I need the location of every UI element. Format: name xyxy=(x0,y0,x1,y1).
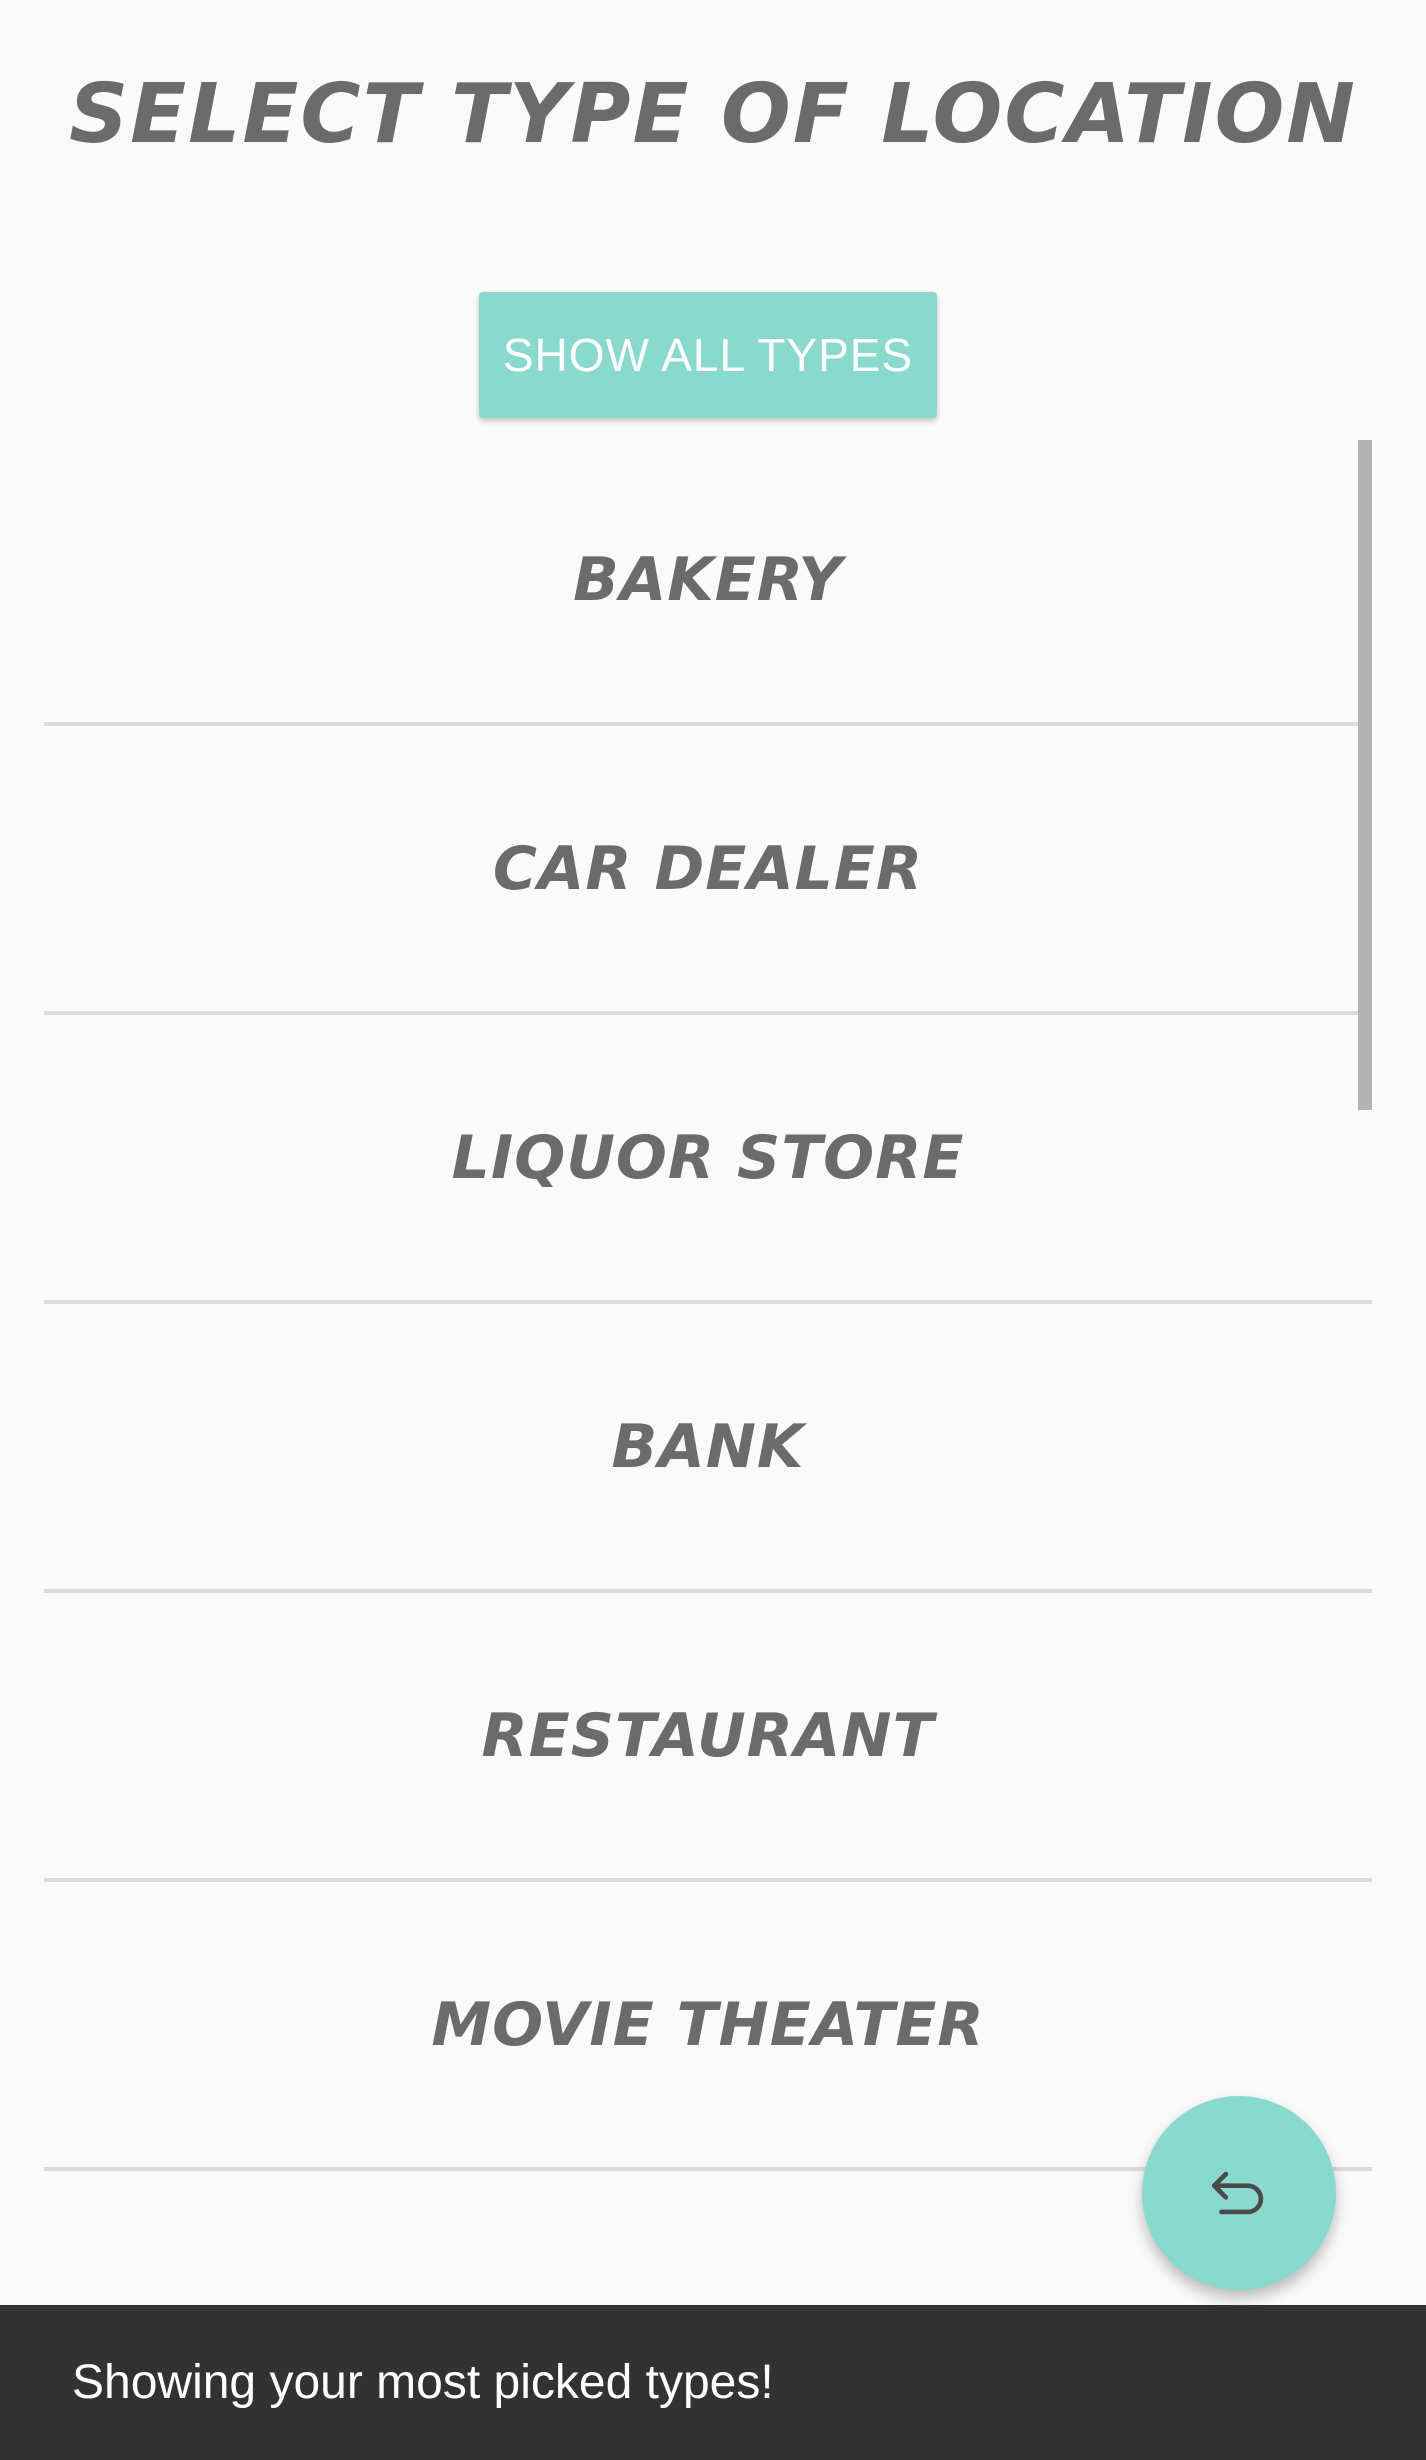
list-item-liquor-store[interactable]: LIQUOR STORE xyxy=(44,1015,1372,1304)
undo-button[interactable] xyxy=(1142,2096,1336,2290)
snackbar-message: Showing your most picked types! xyxy=(72,2356,774,2409)
show-all-types-button[interactable]: SHOW ALL TYPES xyxy=(479,292,937,418)
list-item-label: BAKERY xyxy=(573,544,843,615)
list-item-label: LIQUOR STORE xyxy=(451,1122,965,1193)
list-item-car-dealer[interactable]: CAR DEALER xyxy=(44,726,1372,1015)
snackbar: Showing your most picked types! xyxy=(0,2305,1426,2460)
list-item-label: CAR DEALER xyxy=(492,833,924,904)
undo-icon xyxy=(1211,2171,1264,2215)
page-title: SELECT TYPE OF LOCATION xyxy=(69,67,1357,162)
list-item-bank[interactable]: BANK xyxy=(44,1304,1372,1593)
list-item-bakery[interactable]: BAKERY xyxy=(44,437,1372,726)
list-item-restaurant[interactable]: RESTAURANT xyxy=(44,1593,1372,1882)
list-item-label: RESTAURANT xyxy=(481,1700,935,1771)
scrollbar[interactable] xyxy=(1358,440,1372,1110)
list-item-label: MOVIE THEATER xyxy=(431,1989,985,2060)
list-item-label: BANK xyxy=(611,1411,805,1482)
location-type-list: BAKERY CAR DEALER LIQUOR STORE BANK REST… xyxy=(44,437,1372,2171)
